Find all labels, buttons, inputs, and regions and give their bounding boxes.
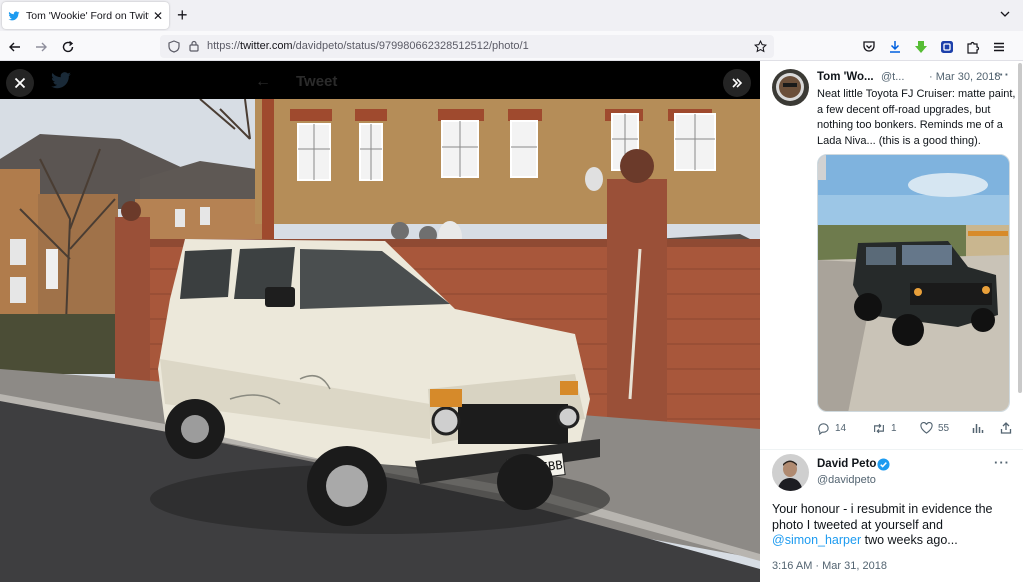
photo-viewer: ← Tweet — [0, 61, 760, 582]
forward-arrow-icon[interactable] — [34, 40, 48, 54]
more-options-icon[interactable]: ··· — [994, 67, 1010, 82]
divider — [760, 449, 1023, 450]
like-button[interactable]: 55 — [920, 422, 949, 434]
viewer-heading: Tweet — [296, 73, 338, 90]
extension-download-icon[interactable] — [914, 40, 928, 54]
analytics-icon[interactable] — [972, 422, 984, 434]
avatar[interactable] — [772, 69, 809, 106]
back-arrow-icon[interactable] — [8, 40, 22, 54]
retweet-button[interactable]: 1 — [872, 422, 897, 435]
tweet-timestamp[interactable]: 3:16 AM · Mar 31, 2018 — [772, 560, 887, 572]
double-chevron-right-icon — [732, 78, 743, 88]
tab-title: Tom 'Wookie' Ford on Twitter: " — [26, 9, 149, 22]
hamburger-menu-icon[interactable] — [992, 40, 1006, 54]
reply-count: 14 — [835, 423, 847, 434]
url-prefix: https:// — [207, 40, 241, 52]
tab-close-icon[interactable]: ✕ — [153, 9, 163, 23]
author-handle[interactable]: @davidpeto — [817, 474, 876, 486]
url-text[interactable]: https://twitter.com/davidpeto/status/979… — [207, 40, 529, 52]
bookmark-star-icon[interactable] — [754, 40, 767, 53]
chevron-down-icon[interactable] — [1000, 9, 1010, 19]
close-icon — [14, 77, 26, 89]
lock-icon[interactable] — [189, 40, 199, 52]
toggle-sidebar-button[interactable] — [723, 69, 751, 97]
author-handle[interactable]: @t... — [881, 71, 904, 83]
browser-tab[interactable]: Tom 'Wookie' Ford on Twitter: " ✕ — [2, 2, 169, 29]
tweet-actions: 14 1 55 — [817, 422, 1017, 438]
new-tab-icon[interactable]: + — [177, 6, 188, 24]
tweet-embedded-photo[interactable] — [817, 154, 1010, 412]
avatar[interactable] — [772, 454, 809, 491]
shield-icon[interactable] — [168, 40, 180, 53]
viewer-back-arrow: ← — [255, 73, 271, 90]
author-name[interactable]: Tom 'Wo... — [817, 71, 874, 83]
twitter-favicon-icon — [8, 10, 20, 20]
share-icon[interactable] — [1000, 422, 1012, 434]
url-bar[interactable]: https://twitter.com/davidpeto/status/979… — [160, 35, 774, 58]
close-viewer-button[interactable] — [6, 69, 34, 97]
bitwarden-extension-icon[interactable] — [940, 40, 954, 54]
reply-button[interactable]: 14 — [817, 422, 846, 435]
tweet-sidebar: Tom 'Wo... @t... · Mar 30, 2018 ··· Neat… — [760, 61, 1023, 582]
twitter-bird-icon — [51, 72, 71, 89]
heart-icon — [920, 422, 933, 434]
more-options-icon[interactable]: ··· — [994, 455, 1010, 470]
tweet-photo[interactable]: L243CBB — [0, 99, 760, 582]
url-path: /davidpeto/status/979980662328512512/pho… — [292, 40, 529, 52]
tweet-text: Neat little Toyota FJ Cruiser: matte pai… — [817, 88, 1016, 147]
viewer-header: ← Tweet — [0, 61, 760, 99]
like-count: 55 — [938, 422, 950, 434]
reload-icon[interactable] — [61, 40, 75, 54]
downloads-icon[interactable] — [888, 40, 902, 54]
url-host: twitter.com — [240, 40, 293, 52]
navigation-toolbar: https://twitter.com/davidpeto/status/979… — [0, 31, 1023, 61]
verified-badge-icon — [877, 458, 890, 471]
mention-link[interactable]: @simon_harper — [772, 533, 861, 547]
sidebar-scrollbar[interactable] — [1018, 63, 1022, 393]
tweet-text-before: Your honour - i resubmit in evidence the… — [772, 502, 993, 532]
reply-icon — [818, 423, 829, 435]
tweet-text-after: two weeks ago... — [861, 533, 958, 547]
extensions-puzzle-icon[interactable] — [966, 40, 980, 54]
tweet-date[interactable]: · Mar 30, 2018 — [929, 71, 1001, 83]
retweet-count: 1 — [891, 423, 897, 434]
author-name[interactable]: David Peto — [817, 458, 876, 470]
retweet-icon — [874, 423, 884, 434]
tweet-text: Your honour - i resubmit in evidence the… — [772, 502, 1020, 549]
pocket-icon[interactable] — [862, 40, 876, 54]
tab-strip: Tom 'Wookie' Ford on Twitter: " ✕ + — [0, 0, 1023, 31]
